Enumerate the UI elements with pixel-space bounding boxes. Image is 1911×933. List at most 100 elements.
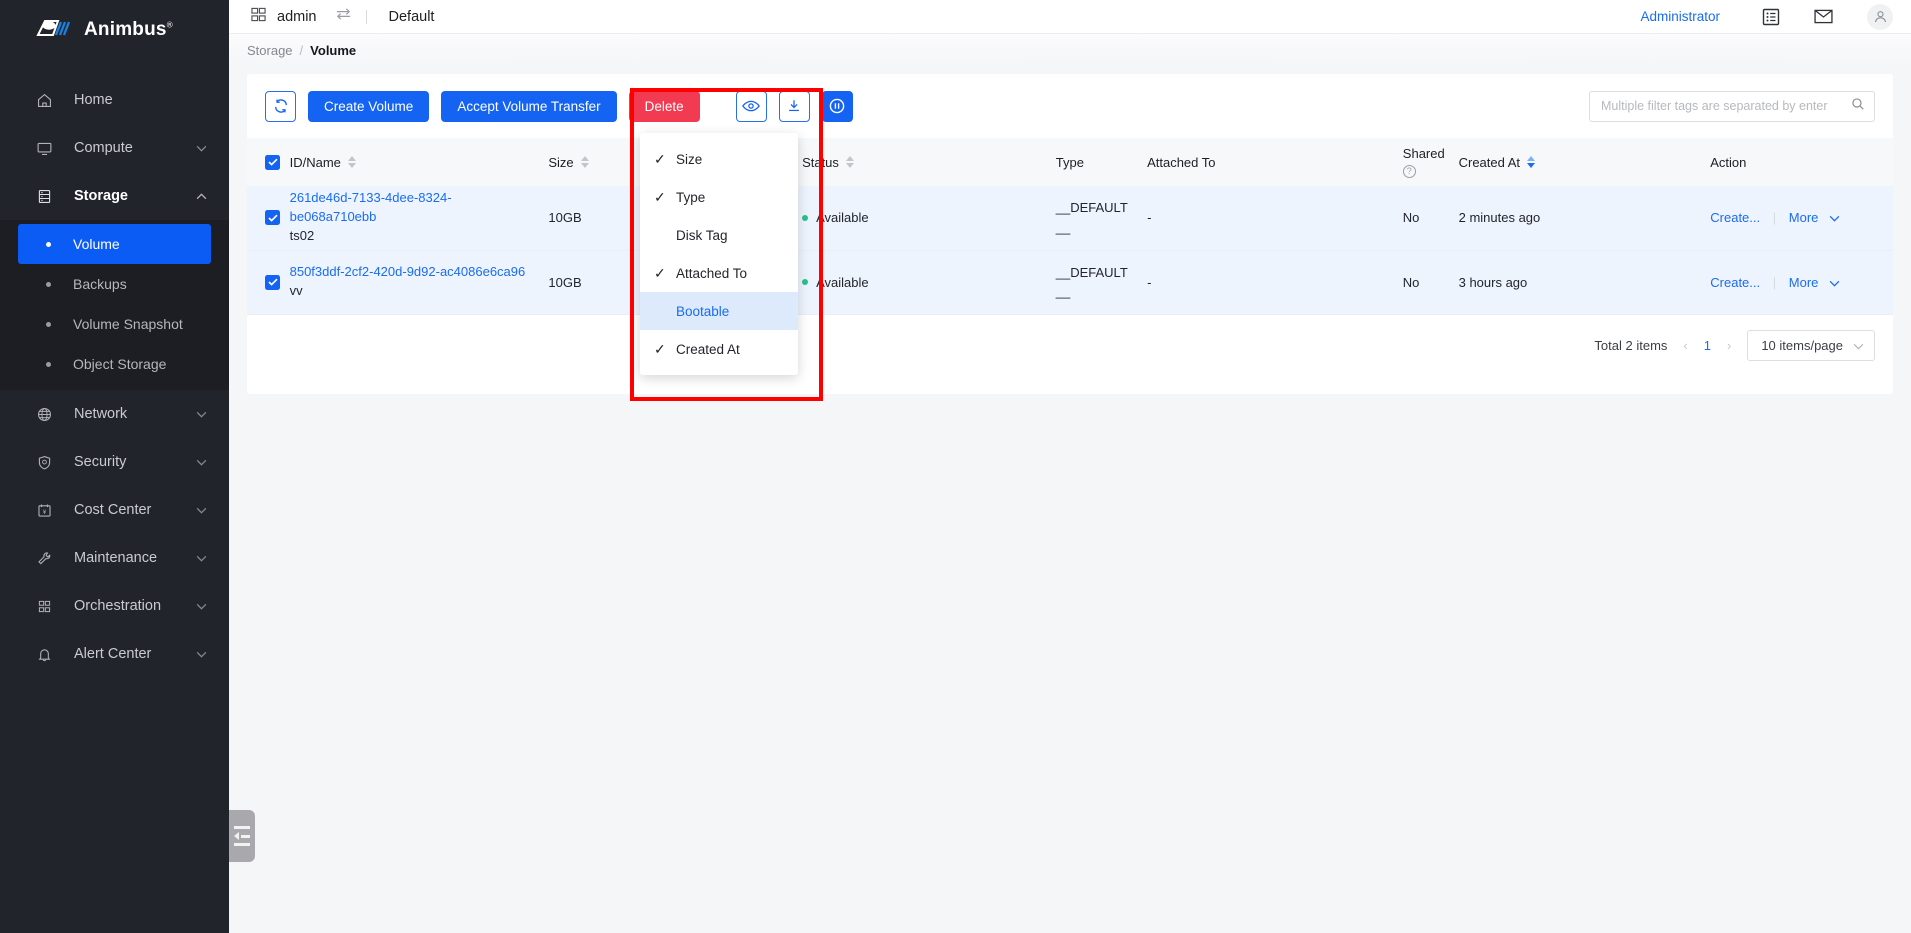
dropdown-item-size[interactable]: ✓ Size (640, 140, 798, 178)
brand-logo[interactable]: Animbus® (0, 0, 229, 60)
sidebar: Animbus® Home Compute Storage Volume Bac… (0, 0, 229, 933)
collapse-left-arrow-icon (234, 832, 250, 840)
project-selector[interactable]: admin (251, 7, 317, 26)
sidebar-item-alert-center[interactable]: Alert Center (0, 630, 229, 678)
breadcrumb-separator: / (299, 42, 304, 58)
search-input[interactable] (1601, 99, 1851, 113)
shield-icon (34, 452, 54, 472)
sidebar-item-label: Object Storage (73, 356, 167, 372)
table-header-row: ID/Name Size Status Type Attached To Sha… (247, 138, 1893, 186)
column-header-type: Type (1055, 138, 1148, 186)
sidebar-item-label: Orchestration (74, 598, 162, 614)
create-action-link[interactable]: Create... (1710, 275, 1760, 290)
brand-name-text: Animbus (84, 19, 167, 40)
row-checkbox[interactable] (265, 274, 280, 290)
dropdown-item-type[interactable]: ✓ Type (640, 178, 798, 216)
create-action-link[interactable]: Create... (1710, 210, 1760, 225)
mail-icon[interactable] (1814, 9, 1833, 24)
column-visibility-dropdown[interactable]: ✓ Size ✓ Type Disk Tag ✓ Attached To Boo… (640, 133, 798, 375)
chevron-down-icon (196, 454, 207, 470)
chevron-down-icon (196, 502, 207, 518)
type-value: __DEFAULT__ (1055, 200, 1128, 235)
sidebar-collapse-handle[interactable] (229, 810, 255, 862)
cell-type: __DEFAULT__ (1055, 250, 1148, 315)
sort-toggle-icon[interactable] (580, 156, 589, 168)
volume-id-link[interactable]: 850f3ddf-2cf2-420d-9d92-ac4086e6ca96 (290, 264, 526, 279)
cell-type: __DEFAULT__ (1055, 186, 1148, 251)
page-number-1[interactable]: 1 (1704, 338, 1711, 353)
sidebar-item-compute[interactable]: Compute (0, 124, 229, 172)
dropdown-item-label: Bootable (676, 303, 730, 319)
administrator-link[interactable]: Administrator (1640, 9, 1720, 24)
user-avatar-icon[interactable] (1867, 3, 1893, 30)
sidebar-item-network[interactable]: Network (0, 390, 229, 438)
page-size-select[interactable]: 10 items/page (1747, 330, 1875, 361)
breadcrumb-parent[interactable]: Storage (247, 43, 293, 58)
create-volume-button[interactable]: Create Volume (308, 90, 430, 122)
dropdown-item-bootable[interactable]: Bootable (640, 292, 798, 330)
type-value: __DEFAULT__ (1055, 264, 1128, 300)
sidebar-item-label: Home (74, 92, 113, 108)
density-button[interactable] (821, 90, 853, 122)
next-page-button[interactable]: › (1725, 338, 1733, 353)
column-settings-button[interactable] (735, 90, 767, 122)
volume-id-link[interactable]: 261de46d-7133-4dee-8324-be068a710ebb (290, 190, 452, 224)
sidebar-item-storage[interactable]: Storage (0, 172, 229, 220)
sidebar-item-orchestration[interactable]: Orchestration (0, 582, 229, 630)
cell-attached-to: - (1147, 186, 1403, 251)
help-icon[interactable]: ? (1402, 165, 1416, 179)
refresh-button[interactable] (265, 90, 296, 122)
action-divider: | (1772, 210, 1777, 226)
top-bar: admin Default Administrator (229, 0, 1911, 34)
status-dot-icon (802, 214, 809, 221)
delete-button[interactable]: Delete (628, 90, 700, 122)
chevron-down-icon[interactable] (1829, 210, 1840, 225)
sidebar-item-cost-center[interactable]: ¥ Cost Center (0, 486, 229, 534)
sidebar-item-maintenance[interactable]: Maintenance (0, 534, 229, 582)
more-action-link[interactable]: More (1789, 210, 1819, 225)
grid-icon (251, 7, 266, 26)
chevron-down-icon[interactable] (1829, 275, 1840, 290)
dropdown-item-disk-tag[interactable]: Disk Tag (640, 216, 798, 254)
dropdown-item-attached-to[interactable]: ✓ Attached To (640, 254, 798, 292)
dropdown-item-created-at[interactable]: ✓ Created At (640, 330, 798, 368)
list-icon[interactable] (1762, 8, 1780, 26)
more-action-link[interactable]: More (1789, 275, 1819, 290)
environment-name[interactable]: Default (389, 9, 435, 25)
select-all-checkbox[interactable] (265, 154, 280, 170)
sidebar-item-volume-snapshot[interactable]: Volume Snapshot (0, 304, 211, 344)
table-row[interactable]: 261de46d-7133-4dee-8324-be068a710ebb ts0… (247, 186, 1893, 251)
sort-toggle-icon[interactable] (845, 156, 854, 168)
sidebar-item-object-storage[interactable]: Object Storage (0, 344, 211, 384)
sidebar-item-backups[interactable]: Backups (0, 264, 211, 304)
sidebar-nav: Home Compute Storage Volume Backups Volu… (0, 76, 229, 678)
row-checkbox[interactable] (265, 210, 280, 226)
dropdown-item-label: Disk Tag (676, 227, 728, 243)
table-row[interactable]: 850f3ddf-2cf2-420d-9d92-ac4086e6ca96 vv … (247, 250, 1893, 315)
search-icon[interactable] (1851, 97, 1865, 116)
sidebar-item-security[interactable]: Security (0, 438, 229, 486)
blocks-icon (34, 596, 54, 616)
toolbar: Create Volume Accept Volume Transfer Del… (247, 74, 1893, 138)
bell-icon (34, 644, 54, 664)
handle-bar (234, 826, 250, 829)
globe-icon (34, 404, 54, 424)
sidebar-item-volume[interactable]: Volume (18, 224, 211, 264)
dropdown-item-label: Created At (676, 341, 740, 357)
sort-toggle-icon[interactable] (1527, 156, 1536, 168)
prev-page-button[interactable]: ‹ (1681, 338, 1689, 353)
swap-icon[interactable] (335, 7, 352, 26)
project-name: admin (277, 8, 317, 25)
column-header-id-name: ID/Name (289, 138, 549, 186)
sidebar-item-home[interactable]: Home (0, 76, 229, 124)
download-button[interactable] (778, 90, 810, 122)
search-box[interactable] (1589, 90, 1875, 122)
wrench-icon (34, 548, 54, 568)
table-body: 261de46d-7133-4dee-8324-be068a710ebb ts0… (247, 186, 1893, 315)
home-icon (34, 90, 54, 110)
sort-toggle-icon[interactable] (347, 156, 356, 168)
accept-volume-transfer-button[interactable]: Accept Volume Transfer (441, 90, 617, 122)
column-header-action: Action (1710, 138, 1893, 186)
brand-registered-mark: ® (166, 20, 173, 30)
sidebar-item-label: Maintenance (74, 550, 158, 566)
